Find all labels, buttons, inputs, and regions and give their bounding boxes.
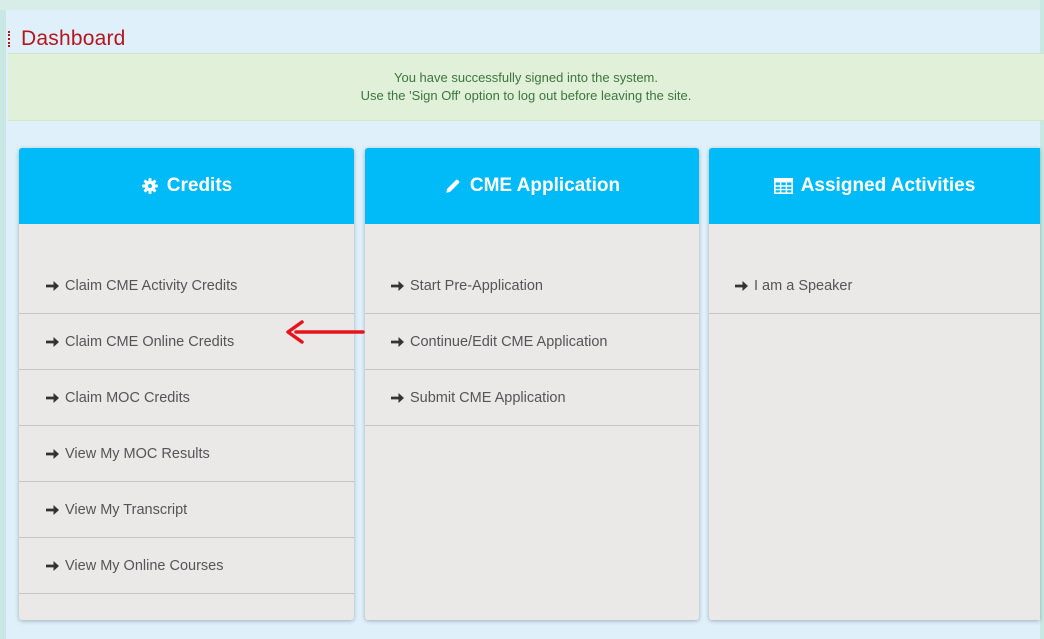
arrow-right-icon [391, 336, 404, 348]
dashboard-content: Dashboard You have successfully signed i… [6, 10, 1044, 639]
submit-cme-application-link[interactable]: Submit CME Application [365, 370, 699, 426]
credits-panel-header: Credits [19, 148, 354, 224]
view-my-online-courses-link[interactable]: View My Online Courses [19, 538, 354, 594]
link-label: I am a Speaker [754, 277, 853, 294]
view-my-moc-results-link[interactable]: View My MOC Results [19, 426, 354, 482]
start-pre-application-link[interactable]: Start Pre-Application [365, 258, 699, 314]
continue-edit-cme-application-link[interactable]: Continue/Edit CME Application [365, 314, 699, 370]
arrow-right-icon [46, 504, 59, 516]
arrow-right-icon [46, 392, 59, 404]
link-label: View My Online Courses [65, 557, 224, 574]
link-label: Claim CME Activity Credits [65, 277, 238, 294]
grip-icon [8, 31, 13, 47]
cme-application-panel: CME Application Start Pre-Application Co… [365, 148, 699, 620]
i-am-a-speaker-link[interactable]: I am a Speaker [709, 258, 1040, 314]
claim-moc-credits-link[interactable]: Claim MOC Credits [19, 370, 354, 426]
arrow-right-icon [46, 280, 59, 292]
view-my-transcript-link[interactable]: View My Transcript [19, 482, 354, 538]
table-icon [773, 178, 793, 194]
alert-line-2: Use the 'Sign Off' option to log out bef… [360, 88, 692, 103]
cme-application-panel-title: CME Application [469, 175, 621, 196]
credits-panel-title: Credits [166, 175, 233, 196]
arrow-right-icon [46, 336, 59, 348]
success-alert: You have successfully signed into the sy… [8, 53, 1044, 121]
assigned-activities-list: I am a Speaker [709, 258, 1040, 314]
annotation-arrow-icon [286, 320, 365, 344]
pencil-icon [444, 177, 462, 195]
link-label: Claim CME Online Credits [65, 333, 235, 350]
arrow-right-icon [46, 448, 59, 460]
arrow-right-icon [735, 280, 748, 292]
page-title: Dashboard [21, 27, 126, 50]
arrow-right-icon [391, 280, 404, 292]
assigned-activities-panel: Assigned Activities I am a Speaker [709, 148, 1040, 620]
cme-application-list: Start Pre-Application Continue/Edit CME … [365, 258, 699, 426]
credits-list: Claim CME Activity Credits Claim CME Onl… [19, 258, 354, 594]
link-label: View My MOC Results [65, 445, 210, 462]
link-label: Claim MOC Credits [65, 389, 190, 406]
assigned-activities-panel-header: Assigned Activities [709, 148, 1040, 224]
link-label: Submit CME Application [410, 389, 566, 406]
link-label: View My Transcript [65, 501, 188, 518]
background-top [0, 0, 1044, 10]
alert-line-1: You have successfully signed into the sy… [394, 70, 658, 85]
claim-cme-activity-credits-link[interactable]: Claim CME Activity Credits [19, 258, 354, 314]
credits-panel: Credits Claim CME Activity Credits Claim… [19, 148, 354, 620]
arrow-right-icon [391, 392, 404, 404]
gear-icon [141, 177, 159, 195]
assigned-activities-panel-title: Assigned Activities [800, 175, 976, 196]
link-label: Start Pre-Application [410, 277, 543, 294]
cme-application-panel-header: CME Application [365, 148, 699, 224]
title-bar: Dashboard [6, 24, 126, 54]
link-label: Continue/Edit CME Application [410, 333, 608, 350]
arrow-right-icon [46, 560, 59, 572]
